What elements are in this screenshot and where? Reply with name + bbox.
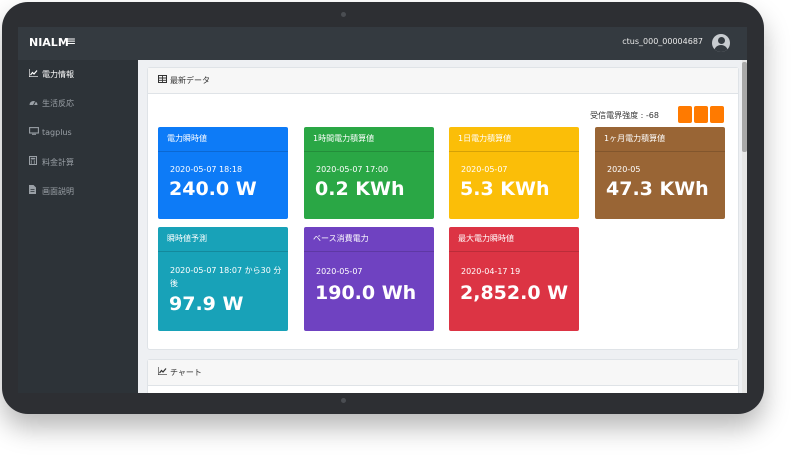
- tile-daily-energy[interactable]: 1日電力積算値 2020-05-07 5.3 KWh: [449, 127, 579, 219]
- document-icon: [29, 185, 39, 196]
- sidebar-item-label: 料金計算: [42, 158, 74, 167]
- top-navbar: NIALM ≡ ctus_000_00004687: [18, 27, 747, 60]
- table-icon: [158, 75, 167, 85]
- tile-base-consumption[interactable]: ベース消費電力 2020-05-07 190.0 Wh: [304, 227, 434, 331]
- chart-card: チャート: [147, 359, 739, 393]
- tile-title: 電力瞬時値: [158, 127, 288, 152]
- tile-value: 2,852.0 W: [460, 282, 569, 304]
- scrollbar[interactable]: [742, 60, 747, 393]
- signal-bar: [694, 106, 708, 123]
- sidebar-item-life-response[interactable]: 生活反応: [29, 98, 74, 109]
- sidebar-item-screen-help[interactable]: 画面説明: [29, 185, 74, 197]
- tile-time: 2020-05-07: [316, 267, 363, 276]
- sidebar-item-label: tagplus: [42, 128, 72, 137]
- home-sensor-dot: [341, 398, 346, 403]
- main-content: 最新データ 受信電界強度 : -68 電力瞬時値 2020-05-07 18:1…: [138, 60, 742, 393]
- chart-icon: [157, 367, 167, 377]
- tile-time: 2020-04-17 19: [461, 267, 521, 276]
- latest-data-header: 最新データ: [148, 68, 738, 94]
- tile-value: 0.2 KWh: [315, 178, 405, 200]
- sidebar-item-label: 画面説明: [42, 187, 74, 196]
- app-screen: NIALM ≡ ctus_000_00004687 電力情報 生活反応 tagp…: [18, 27, 747, 393]
- gauge-icon: [29, 98, 39, 108]
- tile-value: 47.3 KWh: [606, 178, 709, 200]
- latest-data-card: 最新データ 受信電界強度 : -68 電力瞬時値 2020-05-07 18:1…: [147, 67, 739, 350]
- tile-monthly-energy[interactable]: 1ヶ月電力積算値 2020-05 47.3 KWh: [595, 127, 725, 219]
- calculator-icon: [29, 156, 39, 167]
- tile-value: 97.9 W: [169, 293, 244, 315]
- tile-instant-power[interactable]: 電力瞬時値 2020-05-07 18:18 240.0 W: [158, 127, 288, 219]
- tile-title: 最大電力瞬時値: [449, 227, 579, 252]
- tile-hourly-energy[interactable]: 1時間電力積算値 2020-05-07 17:00 0.2 KWh: [304, 127, 434, 219]
- tile-instant-forecast[interactable]: 瞬時値予測 2020-05-07 18:07 から30 分後 97.9 W: [158, 227, 288, 331]
- chart-header: チャート: [148, 360, 738, 386]
- tile-title: 1ヶ月電力積算値: [595, 127, 725, 152]
- brand-logo[interactable]: NIALM: [29, 36, 69, 49]
- tile-value: 190.0 Wh: [315, 282, 417, 304]
- tablet-frame: NIALM ≡ ctus_000_00004687 電力情報 生活反応 tagp…: [2, 2, 764, 414]
- sidebar-item-tagplus[interactable]: tagplus: [29, 127, 72, 137]
- sidebar-item-label: 生活反応: [42, 99, 74, 108]
- signal-label: 受信電界強度 : -68: [590, 111, 659, 120]
- tile-value: 240.0 W: [169, 178, 257, 200]
- sidebar-item-fee-calc[interactable]: 料金計算: [29, 156, 74, 168]
- signal-bar: [710, 106, 724, 123]
- tile-title: 1時間電力積算値: [304, 127, 434, 152]
- tile-title: 1日電力積算値: [449, 127, 579, 152]
- tile-time: 2020-05: [607, 165, 641, 174]
- user-avatar-icon[interactable]: [712, 34, 730, 52]
- sidebar: 電力情報 生活反応 tagplus 料金計算 画面説明: [18, 60, 138, 393]
- tile-title: 瞬時値予測: [158, 227, 288, 252]
- user-name[interactable]: ctus_000_00004687: [622, 37, 703, 46]
- monitor-icon: [29, 127, 39, 137]
- latest-data-title: 最新データ: [170, 76, 210, 85]
- scrollbar-thumb[interactable]: [742, 62, 747, 152]
- tile-title: ベース消費電力: [304, 227, 434, 252]
- chart-title: チャート: [170, 368, 202, 377]
- tile-time: 2020-05-07 17:00: [316, 165, 389, 174]
- tile-time: 2020-05-07: [461, 165, 508, 174]
- hamburger-icon[interactable]: ≡: [66, 34, 76, 48]
- sidebar-item-power-info[interactable]: 電力情報: [28, 69, 74, 80]
- tile-max-instant-power[interactable]: 最大電力瞬時値 2020-04-17 19 2,852.0 W: [449, 227, 579, 331]
- tile-time: 2020-05-07 18:07 から30 分後: [170, 266, 282, 288]
- signal-bar: [678, 106, 692, 123]
- camera-dot: [341, 12, 346, 17]
- chart-icon: [28, 69, 39, 79]
- tile-time: 2020-05-07 18:18: [170, 165, 243, 174]
- sidebar-item-label: 電力情報: [42, 70, 74, 79]
- tile-value: 5.3 KWh: [460, 178, 550, 200]
